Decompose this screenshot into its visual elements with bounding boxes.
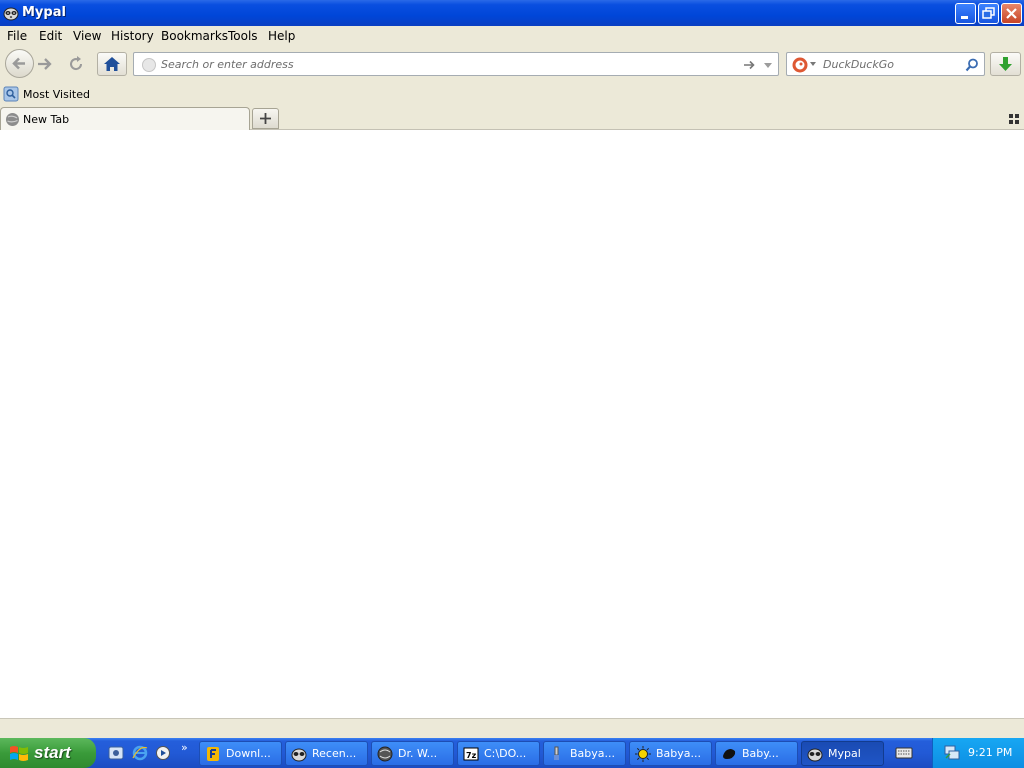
- task-label: Mypal: [828, 747, 861, 760]
- reload-button[interactable]: [66, 54, 86, 74]
- tray-clock: 9:21 PM: [968, 746, 1013, 759]
- navigation-toolbar: Search or enter address DuckDuckGo: [0, 46, 1024, 82]
- address-placeholder: Search or enter address: [161, 58, 294, 71]
- home-button[interactable]: [97, 52, 127, 76]
- taskbar-button-drw[interactable]: Dr. W...: [371, 741, 454, 766]
- globe-icon: [142, 58, 156, 72]
- taskbar-button-recent[interactable]: Recen...: [285, 741, 368, 766]
- keyboard-icon[interactable]: [895, 746, 913, 760]
- download-arrow-icon: [999, 57, 1012, 71]
- task-label: Babya...: [656, 747, 702, 760]
- task-flashget-icon: [207, 747, 219, 761]
- go-arrow-icon[interactable]: [741, 57, 757, 73]
- title-bar[interactable]: Mypal: [0, 0, 1024, 26]
- menu-history[interactable]: History: [111, 29, 154, 43]
- task-label: Baby...: [742, 747, 779, 760]
- page-content[interactable]: [0, 130, 1024, 718]
- menu-file[interactable]: File: [7, 29, 27, 43]
- tab-strip: New Tab: [0, 106, 1024, 130]
- reload-icon: [70, 56, 83, 71]
- task-label: Downl...: [226, 747, 271, 760]
- quicklaunch-settings-icon[interactable]: [108, 745, 124, 761]
- mypal-raccoon-icon: [3, 7, 19, 21]
- forward-arrow-icon: [38, 58, 52, 70]
- bookmarks-toolbar: Most Visited: [0, 82, 1024, 106]
- back-arrow-icon: [12, 57, 25, 70]
- minimize-button[interactable]: [955, 3, 976, 24]
- task-raccoon-icon: [291, 748, 307, 762]
- forward-button[interactable]: [34, 54, 56, 74]
- taskbar-button-mypal[interactable]: Mypal: [801, 741, 884, 766]
- svg-text:7z: 7z: [466, 751, 477, 760]
- search-bar[interactable]: DuckDuckGo: [786, 52, 985, 76]
- task-sun-icon: [635, 746, 651, 762]
- search-engine-dropdown-icon[interactable]: [809, 60, 817, 68]
- taskbar: start » Downl... Recen... Dr. W... 7z C:…: [0, 738, 1024, 768]
- start-button[interactable]: start: [0, 738, 96, 768]
- bookmark-label: Most Visited: [23, 88, 90, 101]
- plus-icon: [260, 113, 271, 124]
- windows-logo-icon: [10, 746, 28, 761]
- restore-icon: [982, 7, 995, 19]
- back-button[interactable]: [5, 49, 34, 78]
- task-mypal-icon: [807, 748, 823, 762]
- task-babya-editor-icon: [554, 746, 559, 760]
- system-tray: 9:21 PM: [932, 738, 1024, 768]
- downloads-button[interactable]: [990, 52, 1021, 76]
- close-button[interactable]: [1001, 3, 1022, 24]
- address-bar[interactable]: Search or enter address: [133, 52, 779, 76]
- taskbar-button-baby[interactable]: Baby...: [715, 741, 798, 766]
- window-title: Mypal: [22, 5, 66, 20]
- taskbar-button-babya-2[interactable]: Babya...: [629, 741, 712, 766]
- minimize-icon: [961, 16, 968, 19]
- bookmark-most-visited[interactable]: Most Visited: [3, 86, 93, 103]
- tab-title: New Tab: [23, 113, 70, 126]
- start-label: start: [34, 743, 71, 762]
- menu-tools[interactable]: Tools: [228, 29, 258, 43]
- new-tab-button[interactable]: [252, 108, 279, 129]
- quicklaunch-more-chevron-icon[interactable]: »: [181, 741, 188, 754]
- task-label: Babya...: [570, 747, 616, 760]
- status-bar: [0, 718, 1024, 738]
- taskbar-button-downloads[interactable]: Downl...: [199, 741, 282, 766]
- menu-bar: File Edit View History Bookmarks Tools H…: [0, 26, 1024, 46]
- task-label: C:\DO...: [484, 747, 527, 760]
- tab-globe-icon: [6, 113, 19, 126]
- home-icon: [104, 57, 120, 71]
- quicklaunch-ie-icon[interactable]: [132, 745, 148, 761]
- tab-list-grid-icon[interactable]: [1008, 113, 1020, 125]
- search-placeholder: DuckDuckGo: [823, 58, 894, 71]
- quicklaunch-media-player-icon[interactable]: [155, 745, 171, 761]
- tab-new-tab[interactable]: New Tab: [0, 107, 250, 130]
- task-label: Recen...: [312, 747, 357, 760]
- menu-bookmarks[interactable]: Bookmarks: [161, 29, 228, 43]
- menu-help[interactable]: Help: [268, 29, 295, 43]
- dropdown-arrow-icon[interactable]: [761, 58, 775, 72]
- task-globe-icon: [377, 746, 393, 762]
- taskbar-button-babya-1[interactable]: Babya...: [543, 741, 626, 766]
- menu-edit[interactable]: Edit: [39, 29, 62, 43]
- restore-button[interactable]: [978, 3, 999, 24]
- taskbar-button-7zip[interactable]: 7z C:\DO...: [457, 741, 540, 766]
- close-icon: [1006, 8, 1017, 19]
- network-tray-icon[interactable]: [943, 744, 961, 762]
- task-label: Dr. W...: [398, 747, 438, 760]
- smart-folder-icon: [3, 86, 19, 102]
- task-7zip-icon: 7z: [463, 747, 479, 761]
- menu-view[interactable]: View: [73, 29, 101, 43]
- duckduckgo-icon[interactable]: [791, 56, 809, 74]
- search-icon[interactable]: [964, 57, 980, 73]
- task-black-shape-icon: [723, 749, 736, 759]
